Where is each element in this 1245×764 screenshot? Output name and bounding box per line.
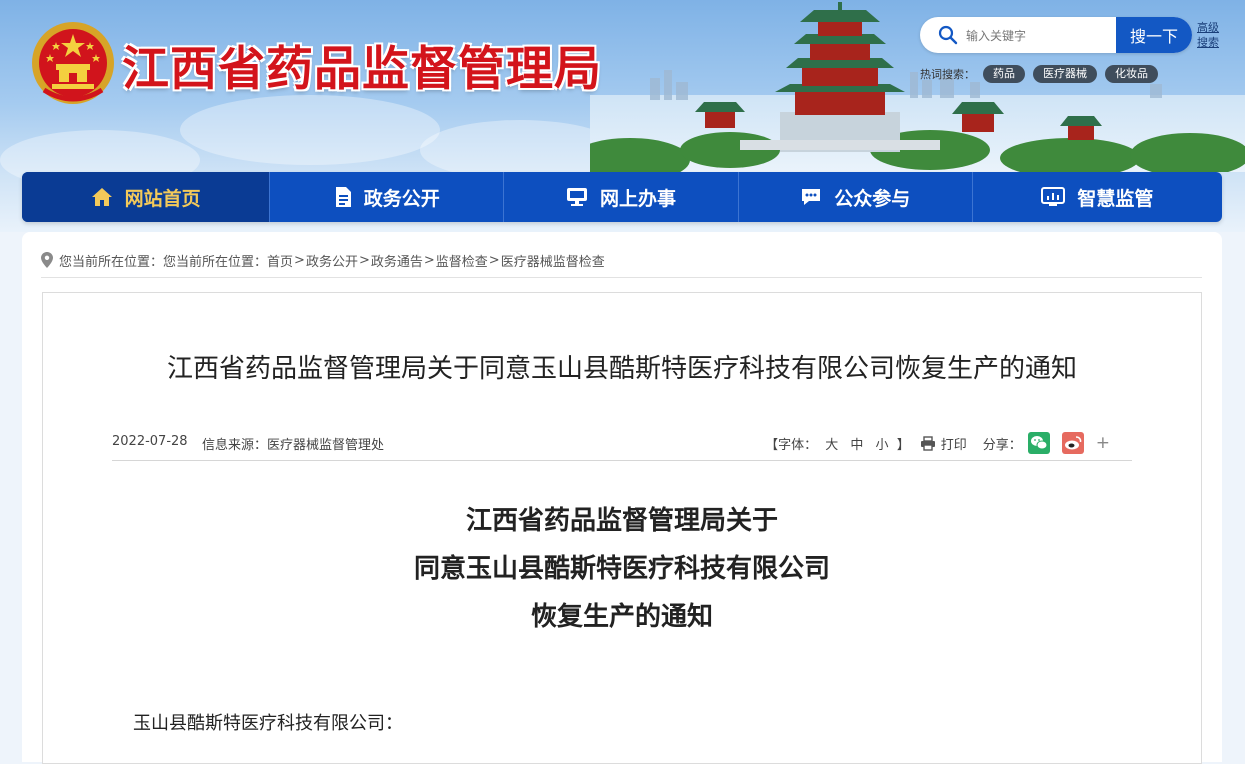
search-icon <box>938 25 958 45</box>
cloud-decoration <box>180 95 440 165</box>
dashboard-icon <box>1041 187 1066 206</box>
font-size-small[interactable]: 小 <box>876 438 889 453</box>
hot-search: 热词搜索： 药品 医疗器械 化妆品 <box>920 64 1166 84</box>
home-icon <box>91 188 112 206</box>
share-label: 分享： <box>982 437 1022 453</box>
nav-item-smart-supervision[interactable]: 智慧监管 <box>973 172 1222 222</box>
article-meta: 2022-07-28 信息来源：医疗器械监督管理处 【字体： 大 中 小 】 打… <box>112 432 1132 454</box>
search-button[interactable]: 搜一下 <box>1116 17 1192 53</box>
divider <box>112 460 1132 461</box>
breadcrumb: 您当前所在位置：您当前所在位置： 首页 > 政务公开 > 政务通告 > 监督检查 > 医… <box>41 251 605 270</box>
nav-item-label: 网站首页 <box>124 187 201 210</box>
chat-icon <box>802 189 821 205</box>
breadcrumb-link-device-inspection[interactable]: 医疗器械监督检查 <box>501 251 605 270</box>
divider <box>41 277 1202 278</box>
print-label: 打印 <box>940 437 967 453</box>
article-title: 江西省药品监督管理局关于同意玉山县酷斯特医疗科技有限公司恢复生产的通知 <box>166 354 1077 384</box>
nav-item-label: 公众参与 <box>834 187 911 210</box>
wechat-icon <box>1030 436 1048 450</box>
font-size-large[interactable]: 大 <box>825 438 838 453</box>
document-heading-line: 同意玉山县酷斯特医疗科技有限公司 <box>413 554 830 584</box>
nav-item-label: 政务公开 <box>363 187 440 210</box>
document-heading-line: 恢复生产的通知 <box>530 602 713 632</box>
article-tools: 【字体： 大 中 小 】 打印 分享： + <box>765 432 1110 454</box>
search-input[interactable] <box>964 23 1118 49</box>
share-wechat-button[interactable] <box>1027 432 1050 454</box>
nav-item-label: 智慧监管 <box>1077 187 1154 210</box>
font-size-label-close: 】 <box>896 437 910 453</box>
breadcrumb-link-home[interactable]: 首页 <box>267 251 293 270</box>
nav-item-online-services[interactable]: 网上办事 <box>504 172 739 222</box>
monitor-icon <box>566 188 587 206</box>
nav-item-label: 网上办事 <box>599 187 676 210</box>
main-nav: 网站首页 政务公开 网上办事 公众参与 智慧监管 <box>22 172 1222 222</box>
share-weibo-button[interactable] <box>1061 432 1084 454</box>
print-button[interactable]: 打印 <box>920 434 967 453</box>
nav-item-public-participation[interactable]: 公众参与 <box>739 172 973 222</box>
font-size-label-open: 【字体： <box>765 437 818 453</box>
document-icon <box>335 187 351 207</box>
site-title: 江西省药品监督管理局 <box>122 42 602 97</box>
hot-tag-devices[interactable]: 医疗器械 <box>1033 65 1097 83</box>
info-source: 信息来源：医疗器械监督管理处 <box>202 438 385 453</box>
printer-icon <box>920 435 935 451</box>
nav-item-home[interactable]: 网站首页 <box>22 172 271 222</box>
font-size-control: 【字体： 大 中 小 】 <box>765 434 910 453</box>
publish-date: 2022-07-28 <box>112 434 188 449</box>
location-pin-icon <box>41 252 53 268</box>
national-emblem-icon <box>32 22 114 104</box>
document-salutation: 玉山县酷斯特医疗科技有限公司： <box>133 713 403 734</box>
nav-item-gov-affairs[interactable]: 政务公开 <box>270 172 505 222</box>
breadcrumb-prefix: 您当前所在位置：您当前所在位置： <box>59 254 268 270</box>
font-size-medium[interactable]: 中 <box>850 438 863 453</box>
document-heading-line: 江西省药品监督管理局关于 <box>465 506 778 536</box>
weibo-icon <box>1064 436 1082 450</box>
breadcrumb-link-notices[interactable]: 政务通告 <box>371 251 423 270</box>
hot-tag-drugs[interactable]: 药品 <box>983 65 1025 83</box>
advanced-search-link[interactable]: 高级搜索 <box>1197 20 1223 50</box>
document-heading: 江西省药品监督管理局关于 同意玉山县酷斯特医疗科技有限公司 恢复生产的通知 <box>42 497 1202 641</box>
share-more-button[interactable]: + <box>1096 433 1110 453</box>
breadcrumb-link-gov-affairs[interactable]: 政务公开 <box>306 251 358 270</box>
hot-tag-cosmetics[interactable]: 化妆品 <box>1105 65 1158 83</box>
breadcrumb-link-inspection[interactable]: 监督检查 <box>436 251 488 270</box>
hot-search-label: 热词搜索： <box>920 68 975 81</box>
